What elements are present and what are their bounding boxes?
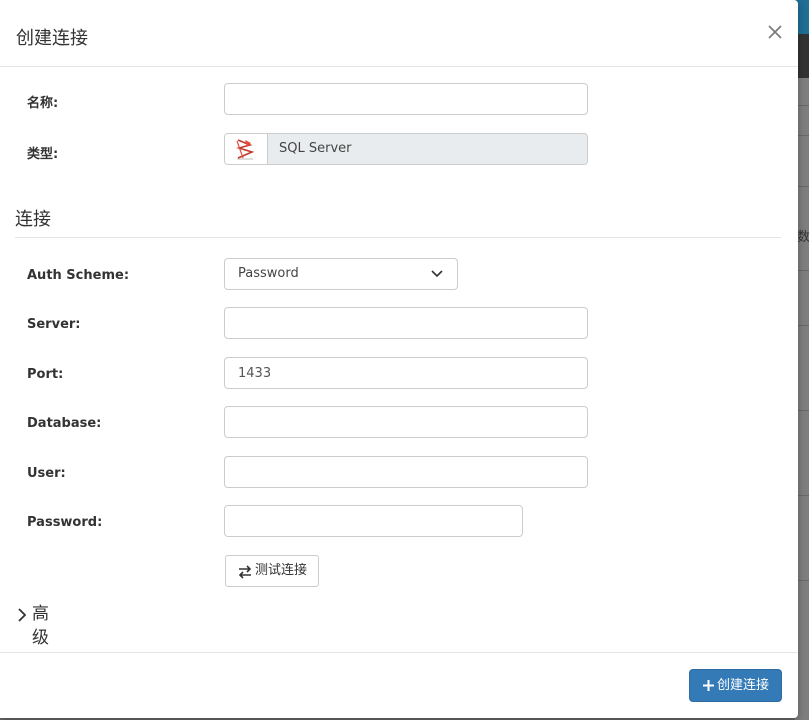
port-input[interactable] (224, 357, 588, 389)
create-connection-label: 创建连接 (717, 678, 770, 693)
type-icon-cell (225, 134, 268, 164)
sql-server-icon (236, 139, 255, 160)
password-input[interactable] (224, 505, 523, 537)
background-text-fragment: 数 (797, 229, 809, 244)
server-input[interactable] (224, 307, 588, 339)
advanced-label: 高级 (32, 604, 49, 648)
test-connection-label: 测试连接 (255, 563, 308, 578)
password-label: Password: (27, 515, 103, 530)
exchange-icon (238, 565, 252, 579)
dialog-title: 创建连接 (16, 28, 88, 49)
auth-scheme-value: Password (238, 266, 299, 281)
port-label: Port: (27, 367, 64, 382)
dialog-header: 创建连接 (0, 0, 798, 67)
type-label: 类型: (27, 147, 59, 162)
chevron-down-icon (431, 270, 443, 278)
section-divider (15, 237, 781, 238)
type-value: SQL Server (279, 141, 352, 156)
auth-scheme-select[interactable]: Password (224, 258, 458, 290)
auth-scheme-label: Auth Scheme: (27, 268, 130, 283)
type-field: SQL Server (224, 133, 588, 165)
footer-divider (0, 652, 798, 653)
name-input[interactable] (224, 83, 588, 115)
create-connection-dialog: 创建连接 名称: 类型: SQL Server 连接 Auth Scheme: … (0, 0, 798, 718)
user-input[interactable] (224, 456, 588, 488)
connection-section-title: 连接 (15, 209, 51, 230)
test-connection-button[interactable]: 测试连接 (225, 555, 319, 587)
close-button[interactable] (764, 21, 786, 43)
user-label: User: (27, 466, 66, 481)
database-input[interactable] (224, 406, 588, 438)
database-label: Database: (27, 416, 102, 431)
server-label: Server: (27, 317, 81, 332)
chevron-right-icon (18, 608, 27, 622)
create-connection-button[interactable]: 创建连接 (689, 669, 782, 702)
close-icon (768, 25, 782, 39)
name-label: 名称: (27, 96, 59, 111)
plus-icon (703, 680, 714, 691)
